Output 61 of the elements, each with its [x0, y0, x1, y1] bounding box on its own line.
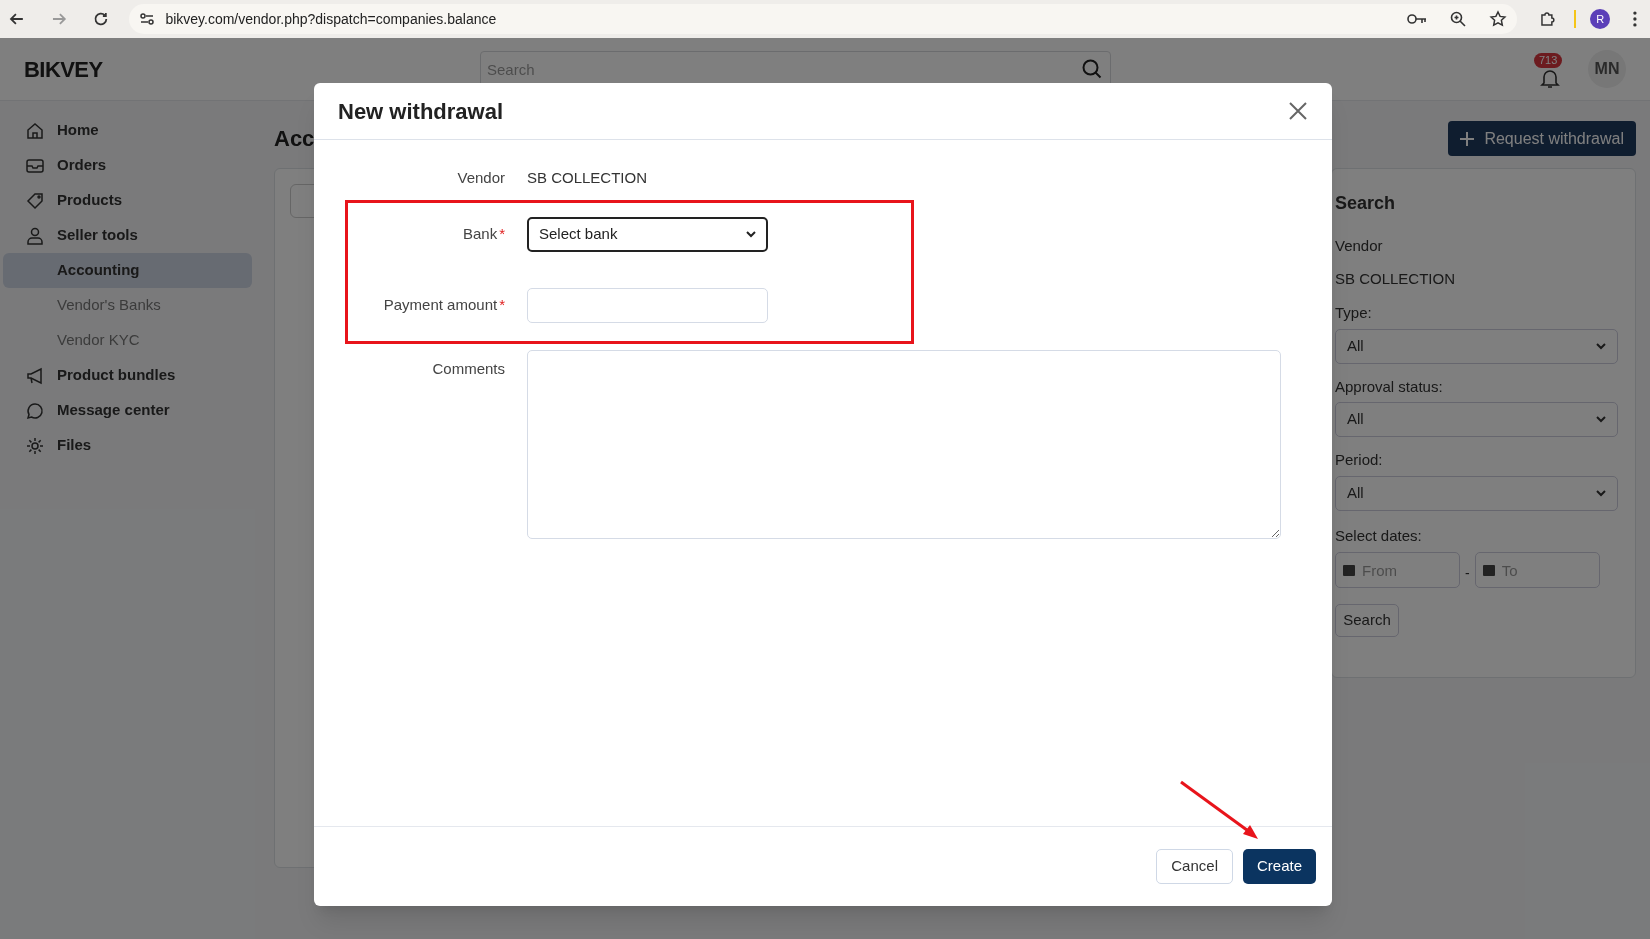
filter-select[interactable]: All	[1335, 328, 1618, 364]
create-button[interactable]: Create	[1242, 849, 1316, 884]
sidebar-item[interactable]: Product bundles	[3, 358, 252, 393]
sidebar-item[interactable]: Orders	[3, 148, 252, 183]
date-separator: -	[1465, 563, 1470, 583]
vendor-name: SB COLLECTION	[527, 168, 648, 188]
sidebar-item[interactable]: Files	[3, 428, 252, 463]
star-icon[interactable]	[1488, 10, 1507, 28]
chevron-icon	[1596, 342, 1606, 350]
sidebar-item[interactable]: Message center	[3, 393, 252, 428]
cancel-button[interactable]: Cancel	[1156, 849, 1233, 884]
request-withdrawal-button[interactable]: Request withdrawal	[1448, 121, 1636, 156]
vendor-name: SB COLLECTION	[1335, 268, 1457, 289]
home-icon	[25, 120, 45, 141]
chat-icon	[25, 400, 45, 421]
sidebar-item[interactable]: Accounting	[3, 253, 252, 288]
sidebar-item[interactable]: Home	[3, 113, 252, 148]
sidebar-item[interactable]: Seller tools	[3, 218, 252, 253]
field-label: Vendor	[1335, 236, 1384, 256]
bell-icon[interactable]	[1539, 67, 1561, 89]
user-icon	[25, 225, 45, 246]
sidebar-item[interactable]: Vendor KYC	[3, 323, 252, 358]
filter-select[interactable]: All	[1335, 402, 1618, 437]
required-mark: *	[499, 294, 505, 315]
key-icon[interactable]	[1406, 12, 1427, 26]
bank-select[interactable]: Select bank	[527, 216, 768, 252]
chevron-icon	[1596, 416, 1606, 423]
field-label: Period:	[1335, 450, 1384, 470]
tag-icon	[25, 190, 45, 211]
notification-badge: 713	[1534, 53, 1563, 68]
address-bar[interactable]: bikvey.com/vendor.php?dispatch=companies.balance	[129, 4, 1517, 34]
field-label: Vendor	[457, 168, 505, 188]
url-text: bikvey.com/vendor.php?dispatch=companies.balance	[165, 9, 497, 29]
field-label: Comments	[432, 358, 505, 379]
logo[interactable]: BIKVEY	[24, 52, 480, 86]
profile-avatar[interactable]: R	[1590, 9, 1611, 29]
chevron-icon	[746, 230, 756, 238]
sidebar-item[interactable]: Vendor's Banks	[3, 288, 252, 323]
field-label: Type:	[1335, 303, 1373, 323]
chevron-icon	[1596, 489, 1606, 497]
close-icon[interactable]	[1288, 101, 1308, 121]
page-heading: Acc	[274, 125, 315, 153]
modal-title: New withdrawal	[338, 97, 504, 126]
search-icon[interactable]	[1081, 58, 1103, 80]
sidebar-item[interactable]: Products	[3, 183, 252, 218]
puzzle-icon[interactable]	[1538, 10, 1557, 28]
filter-select[interactable]: All	[1335, 475, 1618, 511]
field-label: Payment amount	[383, 294, 498, 315]
required-mark: *	[499, 223, 505, 244]
field-label: Bank	[462, 223, 498, 244]
panel-title: Search	[1335, 192, 1397, 215]
user-avatar[interactable]: MN	[1588, 50, 1626, 88]
field-label: Select dates:	[1335, 525, 1423, 546]
site-settings-icon[interactable]	[139, 11, 156, 27]
field-label: Approval status:	[1335, 376, 1444, 397]
zoom-icon[interactable]	[1448, 10, 1467, 28]
megaphone-icon	[25, 365, 45, 386]
comments-field[interactable]	[527, 349, 1281, 539]
plus-icon	[1460, 131, 1475, 146]
amount-field[interactable]	[527, 287, 768, 323]
search-button[interactable]: Search	[1335, 604, 1399, 637]
